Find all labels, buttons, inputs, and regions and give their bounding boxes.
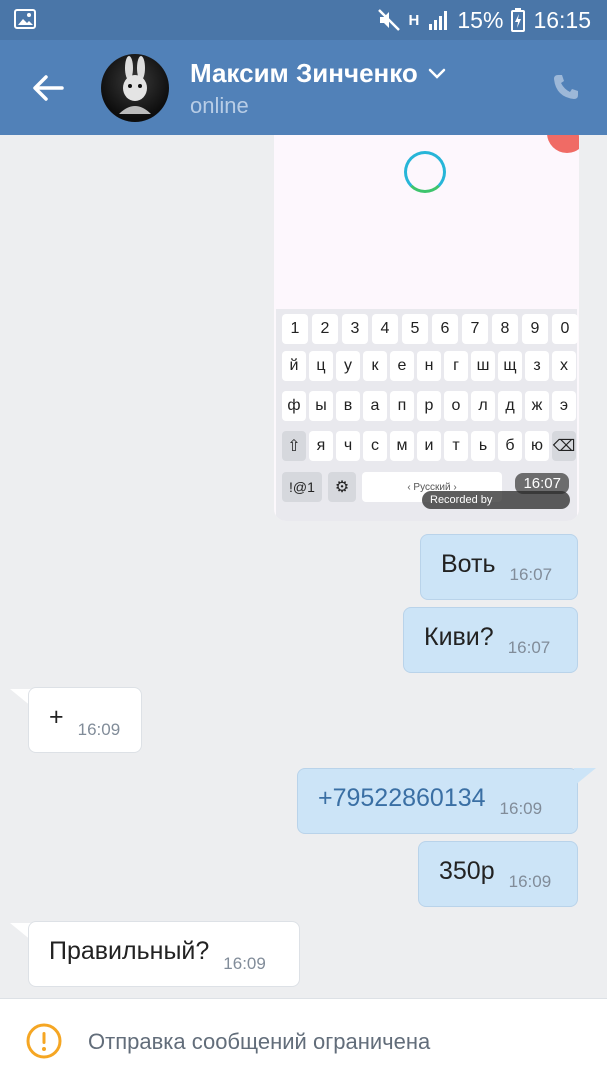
key: 0 — [552, 314, 578, 344]
keyboard-row-2: й ц у к е н г ш щ з х — [282, 351, 576, 381]
restriction-text: Отправка сообщений ограничена — [88, 1029, 431, 1054]
key: ш — [471, 351, 495, 381]
key: й — [282, 351, 306, 381]
message-time: 16:09 — [508, 872, 552, 891]
contact-status: online — [190, 93, 249, 118]
key: к — [363, 351, 387, 381]
message-time: 16:09 — [77, 720, 121, 739]
key: ч — [336, 431, 360, 461]
key: у — [336, 351, 360, 381]
key: 6 — [432, 314, 458, 344]
key: я — [309, 431, 333, 461]
message-time: 16:09 — [499, 799, 543, 818]
message-time: 16:07 — [507, 638, 551, 657]
warning-icon — [26, 1023, 62, 1059]
recorded-by-watermark: Recorded by — [422, 491, 570, 509]
back-arrow-icon[interactable] — [28, 68, 68, 108]
key: б — [498, 431, 522, 461]
battery-percent: 15% — [457, 6, 504, 33]
symbols-key: !@1 — [282, 472, 322, 502]
key: щ — [498, 351, 522, 381]
key: о — [444, 391, 468, 421]
key: ц — [309, 351, 333, 381]
key: в — [336, 391, 360, 421]
message-text: Киви? — [424, 623, 494, 651]
key: г — [444, 351, 468, 381]
record-indicator-icon — [547, 135, 579, 153]
key: м — [390, 431, 414, 461]
key: ⌫ — [552, 431, 576, 461]
key: 8 — [492, 314, 518, 344]
key: н — [417, 351, 441, 381]
key: 1 — [282, 314, 308, 344]
signal-icon — [429, 11, 448, 30]
key: п — [390, 391, 414, 421]
clock: 16:15 — [533, 6, 591, 33]
screenshot-preview — [274, 135, 579, 309]
message-text: Воть — [441, 550, 496, 578]
messaging-restricted-bar: Отправка сообщений ограничена — [0, 998, 607, 1080]
key: 9 — [522, 314, 548, 344]
key: э — [552, 391, 576, 421]
phone-icon[interactable] — [551, 72, 581, 102]
keyboard-row-numbers: 1 2 3 4 5 6 7 8 9 0 — [282, 314, 578, 344]
message-time: 16:07 — [509, 565, 553, 584]
key: 2 — [312, 314, 338, 344]
key: х — [552, 351, 576, 381]
mute-icon — [377, 9, 400, 31]
battery-charging-icon — [511, 8, 526, 32]
keyboard-row-3: ф ы в а п р о л д ж э — [282, 391, 576, 421]
message-text: Правильный? — [49, 937, 210, 965]
key: д — [498, 391, 522, 421]
message-bubble-outgoing[interactable]: +79522860134 16:09 — [297, 768, 578, 834]
contact-avatar[interactable] — [101, 54, 169, 122]
bubble-tail — [574, 768, 596, 786]
key: а — [363, 391, 387, 421]
message-bubble-incoming[interactable]: Правильный? 16:09 — [28, 921, 300, 987]
key: и — [417, 431, 441, 461]
key: ы — [309, 391, 333, 421]
key: 3 — [342, 314, 368, 344]
settings-gear-icon: ⚙ — [328, 472, 356, 502]
message-bubble-outgoing[interactable]: Киви? 16:07 — [403, 607, 578, 673]
key: 7 — [462, 314, 488, 344]
key: ь — [471, 431, 495, 461]
contact-name: Максим Зинченко — [190, 58, 418, 88]
contact-name-button[interactable]: Максим Зинченко — [190, 58, 446, 89]
key: е — [390, 351, 414, 381]
key: 5 — [402, 314, 428, 344]
image-message[interactable]: 1 2 3 4 5 6 7 8 9 0 й ц у к е н г ш щ з … — [274, 135, 579, 521]
chevron-down-icon — [428, 68, 446, 79]
key: т — [444, 431, 468, 461]
message-text: 350р — [439, 857, 495, 885]
key: з — [525, 351, 549, 381]
network-type: H — [408, 11, 420, 29]
chat-header: Максим Зинченко online — [0, 40, 607, 135]
key: л — [471, 391, 495, 421]
loading-spinner-icon — [404, 151, 446, 193]
message-list[interactable]: 1 2 3 4 5 6 7 8 9 0 й ц у к е н г ш щ з … — [0, 135, 607, 998]
keyboard-row-4: ⇧ я ч с м и т ь б ю ⌫ — [282, 431, 576, 461]
key: 4 — [372, 314, 398, 344]
key: ⇧ — [282, 431, 306, 461]
message-bubble-incoming[interactable]: + 16:09 — [28, 687, 142, 753]
key: ф — [282, 391, 306, 421]
message-bubble-outgoing[interactable]: Воть 16:07 — [420, 534, 578, 600]
key: ю — [525, 431, 549, 461]
message-time: 16:09 — [223, 954, 266, 973]
message-bubble-outgoing[interactable]: 350р 16:09 — [418, 841, 578, 907]
gallery-icon — [14, 9, 36, 29]
status-bar: H 15% 16:15 — [0, 0, 607, 40]
key: р — [417, 391, 441, 421]
phone-number-link[interactable]: +79522860134 — [318, 784, 486, 819]
message-text: + — [49, 703, 64, 731]
rabbit-avatar-icon — [119, 56, 151, 114]
key: ж — [525, 391, 549, 421]
key: с — [363, 431, 387, 461]
